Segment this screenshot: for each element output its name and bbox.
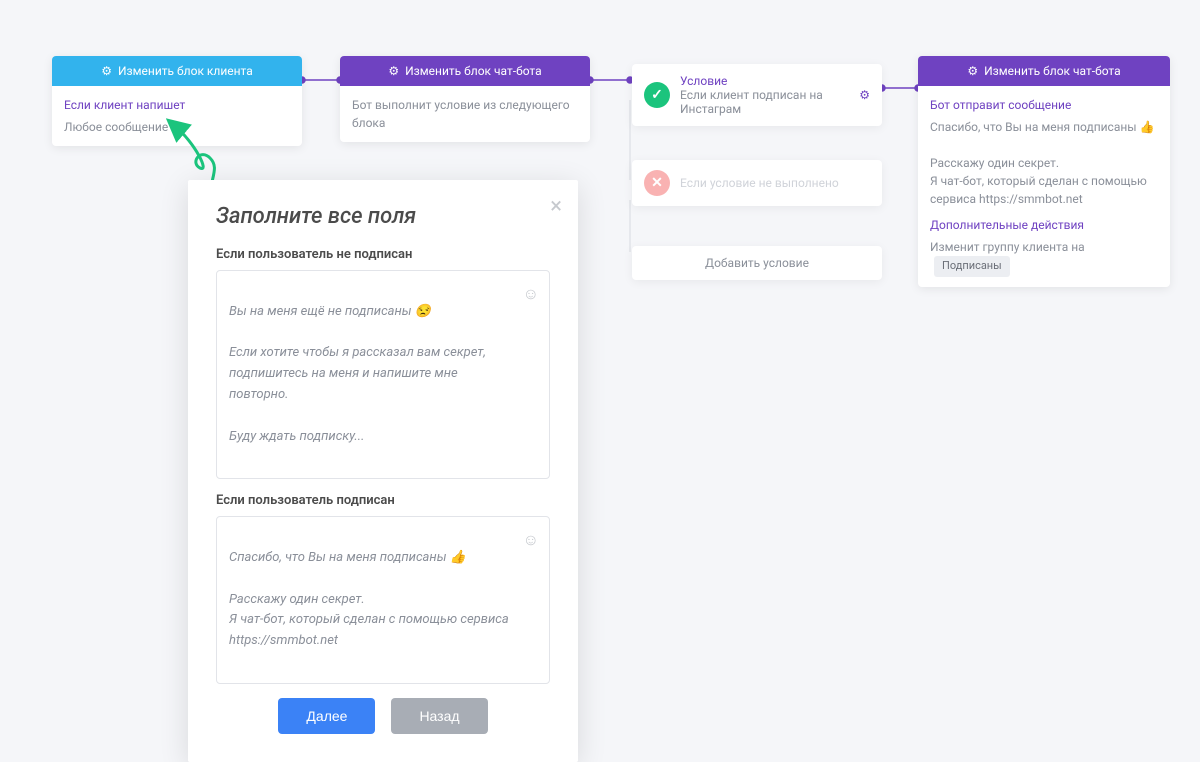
cross-icon: ✕ bbox=[644, 170, 670, 196]
condition-fail-card[interactable]: ✕ Если условие не выполнено bbox=[632, 160, 882, 206]
client-block-header: ⚙ Изменить блок клиента bbox=[52, 56, 302, 86]
client-block[interactable]: ⚙ Изменить блок клиента Если клиент напи… bbox=[52, 56, 302, 146]
next-button[interactable]: Далее bbox=[278, 698, 375, 734]
bot-block-2-msg: Спасибо, что Вы на меня подписаны 👍 Расс… bbox=[930, 118, 1158, 208]
gear-icon: ⚙ bbox=[101, 64, 112, 78]
close-icon[interactable]: × bbox=[550, 194, 562, 219]
bot-block-1[interactable]: ⚙ Изменить блок чат-бота Бот выполнит ус… bbox=[340, 56, 590, 142]
emoji-icon[interactable]: ☺ bbox=[523, 281, 539, 307]
field2-value: Спасибо, что Вы на меня подписаны 👍 Расс… bbox=[229, 550, 509, 648]
gear-icon[interactable]: ⚙ bbox=[859, 88, 870, 102]
fill-fields-modal: × Заполните все поля Если пользователь н… bbox=[188, 180, 578, 762]
condition-ok-title: Условие bbox=[680, 74, 849, 88]
bot-block-2-header: ⚙ Изменить блок чат-бота bbox=[918, 56, 1170, 86]
client-block-value: Любое сообщение bbox=[64, 118, 290, 136]
field1-value: Вы на меня ещё не подписаны 😒 Если хотит… bbox=[229, 304, 486, 444]
emoji-icon[interactable]: ☺ bbox=[523, 527, 539, 553]
field1-input[interactable]: Вы на меня ещё не подписаны 😒 Если хотит… bbox=[216, 270, 550, 479]
client-block-label: Если клиент напишет bbox=[64, 96, 290, 114]
check-icon: ✓ bbox=[644, 82, 670, 108]
field1-label: Если пользователь не подписан bbox=[216, 247, 550, 262]
field2-label: Если пользователь подписан bbox=[216, 493, 550, 508]
bot-block-2[interactable]: ⚙ Изменить блок чат-бота Бот отправит со… bbox=[918, 56, 1170, 287]
add-condition-label: Добавить условие bbox=[705, 256, 809, 270]
gear-icon: ⚙ bbox=[388, 64, 399, 78]
bot-block-2-action-prefix: Изменит группу клиента на bbox=[930, 240, 1085, 254]
condition-fail-text: Если условие не выполнено bbox=[680, 176, 870, 190]
bot-block-2-label2: Дополнительные действия bbox=[930, 216, 1158, 234]
modal-title: Заполните все поля bbox=[216, 204, 550, 229]
bot-block-2-header-text: Изменить блок чат-бота bbox=[984, 64, 1121, 78]
bot-block-1-header-text: Изменить блок чат-бота bbox=[405, 64, 542, 78]
condition-ok-sub: Если клиент подписан на Инстаграм bbox=[680, 88, 849, 116]
add-condition-button[interactable]: Добавить условие bbox=[632, 246, 882, 280]
gear-icon: ⚙ bbox=[967, 64, 978, 78]
back-button[interactable]: Назад bbox=[391, 698, 487, 734]
bot-block-1-text: Бот выполнит условие из следующего блока bbox=[352, 96, 578, 132]
client-block-header-text: Изменить блок клиента bbox=[118, 64, 253, 78]
bot-block-2-label1: Бот отправит сообщение bbox=[930, 96, 1158, 114]
bot-block-2-action-tag: Подписаны bbox=[934, 256, 1010, 277]
bot-block-1-header: ⚙ Изменить блок чат-бота bbox=[340, 56, 590, 86]
condition-ok-card[interactable]: ✓ Условие Если клиент подписан на Инстаг… bbox=[632, 64, 882, 126]
bot-block-2-action: Изменит группу клиента на Подписаны bbox=[930, 238, 1158, 277]
